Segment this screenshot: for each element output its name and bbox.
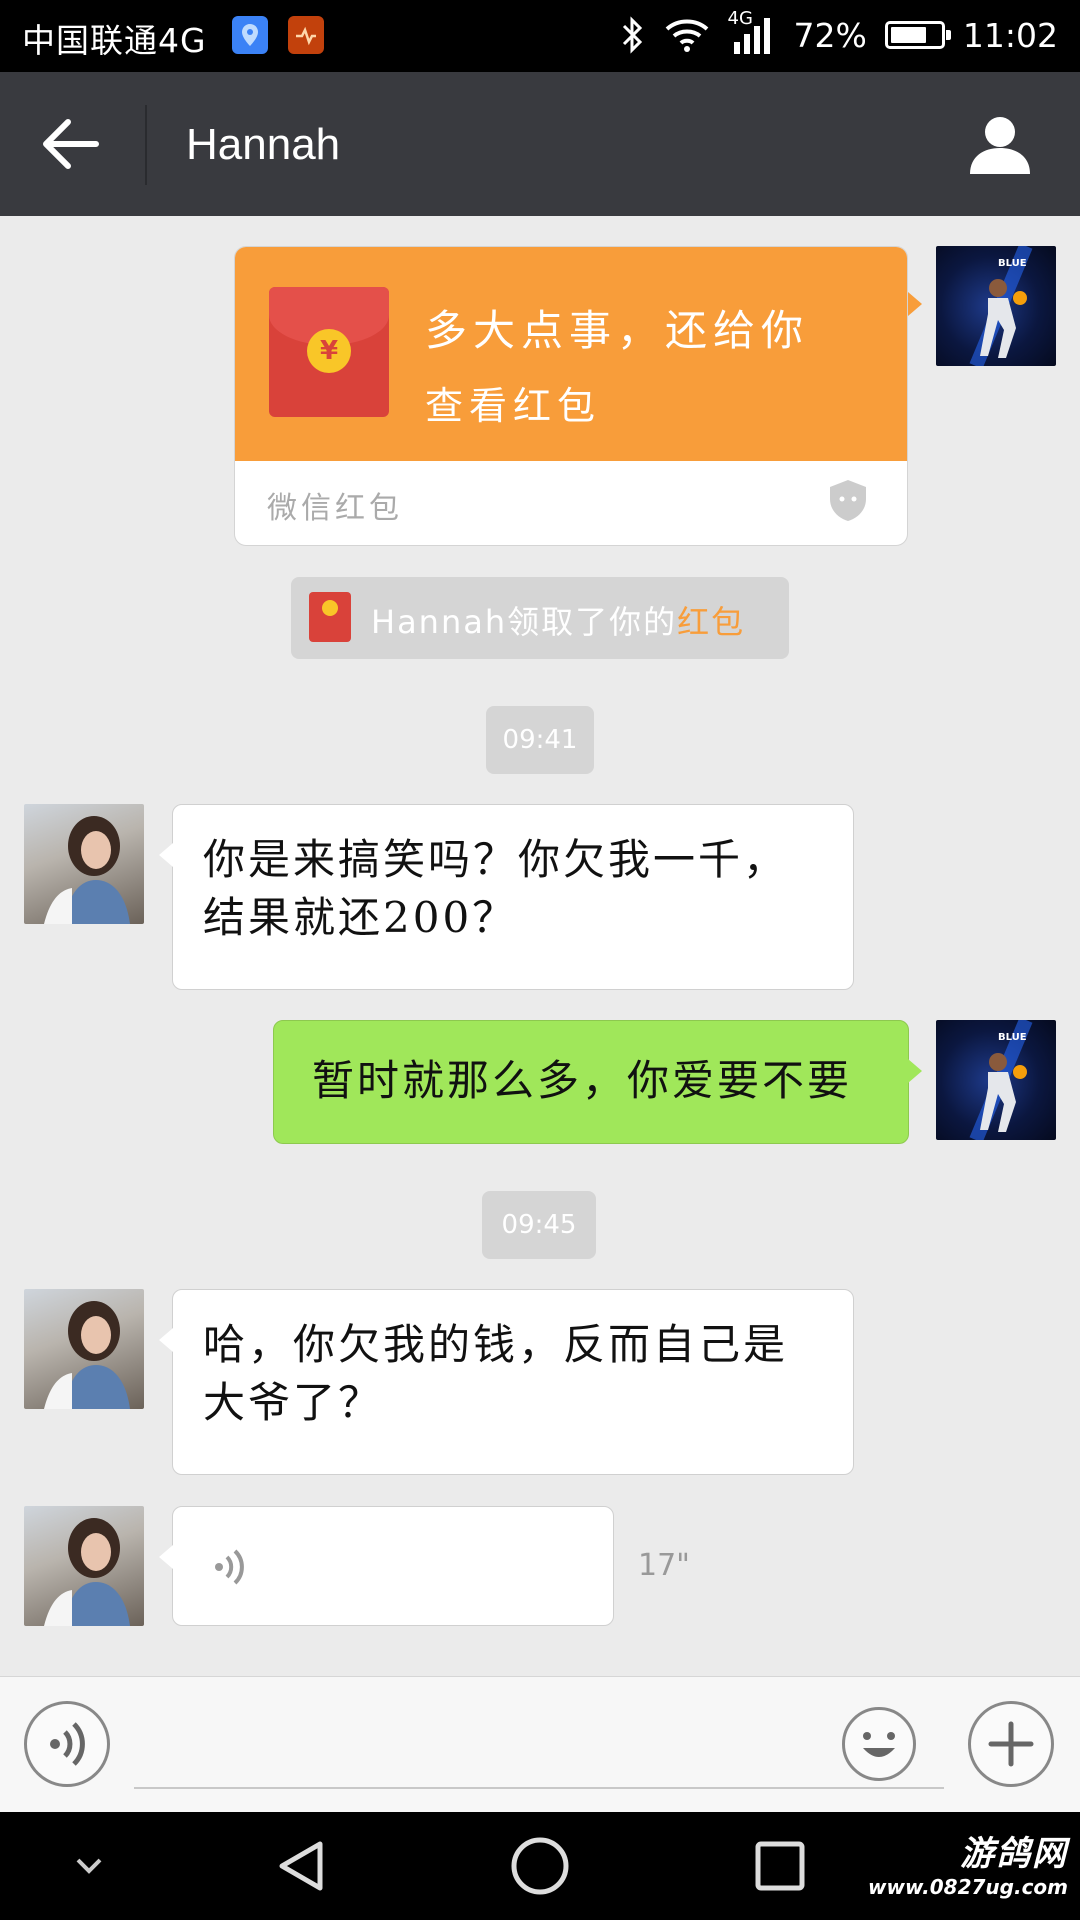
message-bubble-incoming[interactable]: 哈，你欠我的钱，反而自己是大爷了？: [159, 1289, 854, 1475]
svg-text:BLUE: BLUE: [998, 1032, 1027, 1043]
message-text: 你是来搞笑吗？你欠我一千，结果就还200？: [203, 835, 789, 942]
message-text: 暂时就那么多，你爱要不要: [312, 1056, 853, 1105]
bluetooth-icon: [622, 16, 642, 54]
header-divider: [145, 105, 147, 185]
chat-header: Hannah: [0, 72, 1080, 216]
red-packet-message: 多大点事，还给你: [425, 306, 810, 355]
my-avatar[interactable]: BLUE: [936, 1020, 1056, 1140]
notice-link[interactable]: 红包: [677, 603, 745, 641]
timestamp: 09:41: [486, 706, 594, 774]
person-icon[interactable]: [968, 112, 1032, 176]
back-triangle-icon[interactable]: [274, 1838, 330, 1894]
location-app-icon: [232, 16, 268, 54]
red-packet-tail: [894, 246, 922, 460]
status-icons: 4G 72% 11:02: [620, 8, 1058, 56]
red-packet-card[interactable]: ¥ 多大点事，还给你 查看红包 微信红包: [234, 246, 908, 546]
input-bar: [0, 1676, 1080, 1813]
battery-percent: 72%: [793, 15, 867, 55]
arrow-left-icon[interactable]: [40, 116, 100, 172]
watermark: 游鸽网 www.0827ug.com: [868, 1826, 1068, 1899]
my-avatar[interactable]: BLUE: [936, 246, 1056, 366]
watermark-url: www.0827ug.com: [868, 1875, 1068, 1899]
voice-wave-icon: [215, 1549, 244, 1585]
text-input[interactable]: [134, 1787, 944, 1789]
voice-message-bubble[interactable]: [159, 1506, 614, 1626]
notice-text: Hannah领取了你的: [371, 603, 678, 641]
contact-avatar[interactable]: [24, 1506, 144, 1626]
envelope-icon: ¥: [269, 287, 389, 417]
message-bubble-incoming[interactable]: 你是来搞笑吗？你欠我一千，结果就还200？: [159, 804, 854, 990]
watermark-title: 游鸽网: [960, 1834, 1068, 1874]
voice-icon[interactable]: [24, 1701, 110, 1787]
svg-text:BLUE: BLUE: [998, 258, 1027, 269]
clock: 11:02: [962, 15, 1058, 55]
chevron-down-icon[interactable]: [74, 1856, 104, 1876]
plus-icon[interactable]: [968, 1701, 1054, 1787]
carrier-label: 中国联通4G: [22, 21, 207, 60]
chat-title: Hannah: [186, 120, 341, 169]
home-circle-icon[interactable]: [510, 1836, 570, 1896]
red-packet-footer: 微信红包: [267, 491, 403, 526]
message-text: 哈，你欠我的钱，反而自己是大爷了？: [203, 1320, 789, 1427]
health-app-icon: [288, 16, 324, 54]
smiley-icon[interactable]: [842, 1707, 916, 1781]
signal-icon: 4G: [728, 8, 776, 56]
battery-icon: [884, 21, 951, 49]
mini-red-packet-icon: [309, 592, 351, 642]
message-bubble-outgoing[interactable]: 暂时就那么多，你爱要不要: [273, 1020, 922, 1144]
recents-square-icon[interactable]: [754, 1840, 806, 1892]
voice-duration: 17": [638, 1548, 690, 1583]
status-bar: 中国联通4G 4G 72% 11:02: [0, 0, 1080, 72]
shield-icon: [830, 480, 866, 521]
contact-avatar[interactable]: [24, 804, 144, 924]
red-packet-action: 查看红包: [425, 384, 602, 428]
wifi-icon: [665, 19, 708, 52]
timestamp: 09:45: [482, 1191, 596, 1259]
contact-avatar[interactable]: [24, 1289, 144, 1409]
red-packet-claimed-notice: Hannah领取了你的红包: [291, 577, 789, 659]
red-packet-body[interactable]: ¥ 多大点事，还给你 查看红包: [235, 247, 907, 461]
system-nav-bar: 游鸽网 www.0827ug.com: [0, 1812, 1080, 1920]
